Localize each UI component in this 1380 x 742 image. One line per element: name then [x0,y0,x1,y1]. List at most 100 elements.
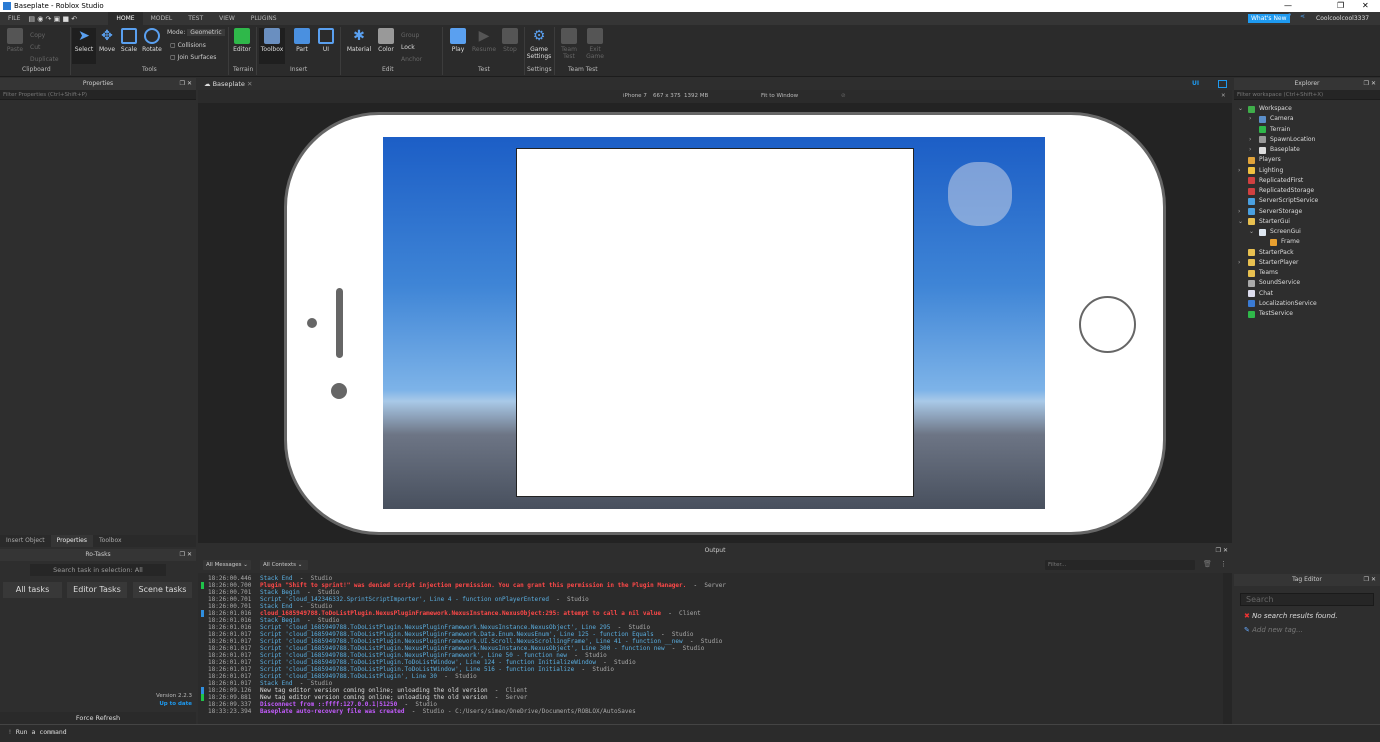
command-input[interactable]: Run a command [16,728,67,736]
properties-filter-input[interactable]: Filter Properties (Ctrl+Shift+P) [0,90,196,100]
scene-tasks-button[interactable]: Scene tasks [133,582,192,598]
quick-access-toolbar[interactable]: ▤ ◉ ↷ ▣ ■ ↶ [28,15,108,23]
tab-baseplate[interactable]: ☁ Baseplate ✕ [198,78,258,90]
explorer-item-lighting[interactable]: › Lighting [1238,166,1283,176]
chevron-down-icon[interactable]: ⌄ [1238,217,1243,227]
tab-properties[interactable]: Properties [50,535,93,547]
view-cube-icon[interactable] [948,162,1012,226]
play-button[interactable]: Play [446,28,470,53]
close-emulator-icon[interactable]: ✕ [1221,90,1226,103]
rotate-button[interactable]: Rotate [140,28,164,53]
panel-close-icon[interactable]: ❐ ✕ [180,549,192,561]
clear-output-icon[interactable]: 🗑 [1203,560,1212,568]
tab-test[interactable]: TEST [180,12,211,25]
explorer-item-players[interactable]: Players [1248,155,1281,165]
panel-close-icon[interactable]: ❐ ✕ [180,78,192,90]
exit-game-button[interactable]: Exit Game [583,28,607,60]
ui-frame[interactable] [516,148,914,497]
mode-dropdown[interactable]: Geometric [187,29,225,36]
terrain-editor-button[interactable]: Editor [230,28,254,53]
explorer-item-startergui[interactable]: ⌄ StarterGui [1238,217,1290,227]
explorer-item-testservice[interactable]: TestService [1248,309,1293,319]
copy-button[interactable]: Copy [30,30,59,42]
chevron-right-icon[interactable]: › [1249,114,1251,124]
move-button[interactable]: ✥ Move [95,28,119,53]
explorer-item-chat[interactable]: Chat [1248,289,1273,299]
explorer-item-replicatedstorage[interactable]: ReplicatedStorage [1248,186,1314,196]
resume-button[interactable]: ▶ Resume [472,28,496,53]
minimize-button[interactable]: — [1284,0,1292,12]
output-scrollbar[interactable] [1223,573,1232,724]
output-filter-input[interactable]: Filter... [1045,560,1195,570]
explorer-item-starterplayer[interactable]: › StarterPlayer [1238,258,1299,268]
tab-file[interactable]: FILE [0,12,28,25]
explorer-item-replicatedfirst[interactable]: ReplicatedFirst [1248,176,1303,186]
tab-model[interactable]: MODEL [143,12,181,25]
tag-search-input[interactable]: Search [1240,593,1374,606]
3d-viewport[interactable] [198,103,1232,543]
panel-close-icon[interactable]: ❐ ✕ [1216,545,1228,557]
help-icon[interactable]: ? [1288,13,1291,20]
stop-button[interactable]: Stop [498,28,522,53]
contexts-filter-dropdown[interactable]: All Contexts ⌄ [260,560,308,570]
chevron-right-icon[interactable]: › [1249,145,1251,155]
explorer-filter-input[interactable]: Filter workspace (Ctrl+Shift+X) [1234,90,1380,100]
orientation-icon[interactable]: ⊘ [841,90,846,103]
game-screen[interactable] [383,137,1045,509]
fit-select[interactable]: Fit to Window [761,90,798,103]
messages-filter-dropdown[interactable]: All Messages ⌄ [203,560,251,570]
explorer-item-localizationservice[interactable]: LocalizationService [1248,299,1317,309]
tab-home[interactable]: HOME [108,12,143,25]
memory-select[interactable]: 1392 MB [684,90,708,103]
chevron-down-icon[interactable]: ⌄ [1249,227,1254,237]
explorer-item-soundservice[interactable]: SoundService [1248,278,1300,288]
force-refresh-button[interactable]: Force Refresh [0,712,196,724]
ui-button[interactable]: UI [314,28,338,53]
user-menu[interactable]: Coolcoolcool3337 [1316,12,1369,25]
cut-button[interactable]: Cut [30,42,59,54]
device-emulator-icon[interactable] [1218,80,1227,88]
select-button[interactable]: ➤ Select [72,28,96,64]
toolbox-button[interactable]: Toolbox [259,28,285,64]
all-tasks-button[interactable]: All tasks [3,582,62,598]
command-bar[interactable]: ! Run a command [0,724,1380,742]
duplicate-button[interactable]: Duplicate [30,54,59,66]
maximize-button[interactable]: ❐ [1337,0,1344,12]
explorer-item-screengui[interactable]: ⌄ ScreenGui [1249,227,1301,237]
more-options-icon[interactable]: ⋮ [1220,560,1227,568]
explorer-item-serverscriptservice[interactable]: ServerScriptService [1248,196,1318,206]
game-settings-button[interactable]: ⚙ Game Settings [526,28,552,60]
tab-view[interactable]: VIEW [211,12,243,25]
tab-plugins[interactable]: PLUGINS [243,12,285,25]
lock-button[interactable]: Lock [401,42,422,54]
explorer-item-workspace[interactable]: ⌄ Workspace [1238,104,1292,114]
part-button[interactable]: Part [290,28,314,53]
group-button[interactable]: Group [401,30,422,42]
ui-visibility-toggle[interactable]: UI [1192,80,1199,87]
tab-toolbox[interactable]: Toolbox [93,535,128,547]
explorer-item-serverstorage[interactable]: › ServerStorage [1238,207,1302,217]
task-search-input[interactable]: Search task in selection: All [30,564,166,576]
explorer-item-terrain[interactable]: Terrain [1259,125,1290,135]
explorer-item-baseplate[interactable]: › Baseplate [1249,145,1300,155]
whats-new-button[interactable]: What's New [1248,14,1290,23]
panel-close-icon[interactable]: ❐ ✕ [1364,574,1376,586]
chevron-right-icon[interactable]: › [1238,258,1240,268]
chevron-right-icon[interactable]: › [1238,166,1240,176]
explorer-item-teams[interactable]: Teams [1248,268,1278,278]
explorer-item-camera[interactable]: › Camera [1249,114,1294,124]
add-new-tag-button[interactable]: ✎ Add new tag... [1244,626,1303,634]
explorer-item-spawnlocation[interactable]: › SpawnLocation [1249,135,1315,145]
editor-tasks-button[interactable]: Editor Tasks [67,582,127,598]
panel-close-icon[interactable]: ❐ ✕ [1364,78,1376,90]
material-button[interactable]: ✱ Material [346,28,372,53]
team-test-button[interactable]: Team Test [557,28,581,60]
color-button[interactable]: Color [374,28,398,53]
explorer-item-starterpack[interactable]: StarterPack [1248,248,1294,258]
tab-insert-object[interactable]: Insert Object [0,535,51,547]
paste-button[interactable]: Paste [3,28,27,53]
anchor-button[interactable]: Anchor [401,54,422,66]
scale-button[interactable]: Scale [117,28,141,53]
close-button[interactable]: ✕ [1362,0,1369,12]
explorer-item-frame[interactable]: Frame [1270,237,1300,247]
